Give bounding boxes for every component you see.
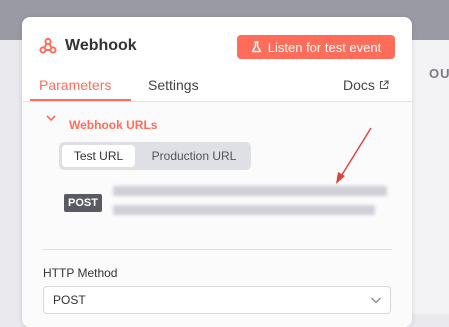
url-blur-line xyxy=(113,205,375,215)
output-pane xyxy=(412,40,449,314)
test-url-tab[interactable]: Test URL xyxy=(62,145,135,167)
url-blur-line xyxy=(113,186,387,196)
http-method-label: HTTP Method xyxy=(43,266,118,280)
node-title: Webhook xyxy=(65,37,137,54)
method-badge: POST xyxy=(64,194,102,212)
docs-link[interactable]: Docs xyxy=(343,77,389,93)
listen-for-test-event-button[interactable]: Listen for test event xyxy=(237,35,395,59)
flask-icon xyxy=(251,41,261,53)
annotation-arrow xyxy=(336,127,372,184)
output-label: OU xyxy=(429,66,449,81)
external-link-icon xyxy=(379,80,389,90)
http-method-select[interactable]: POST xyxy=(43,286,391,314)
chevron-down-icon[interactable] xyxy=(45,112,57,124)
node-details-panel: Webhook Listen for test event Parameters… xyxy=(22,17,412,327)
docs-label: Docs xyxy=(343,77,375,93)
http-method-value: POST xyxy=(53,293,86,307)
section-divider xyxy=(42,249,392,250)
active-tab-indicator xyxy=(30,99,131,101)
panel-tabs: Parameters Settings Docs xyxy=(22,75,412,102)
chevron-down-icon xyxy=(371,297,381,304)
webhook-url-redacted[interactable] xyxy=(113,184,393,222)
tab-parameters[interactable]: Parameters xyxy=(39,77,111,93)
url-type-switch: Test URL Production URL xyxy=(59,142,251,170)
tab-settings[interactable]: Settings xyxy=(148,77,199,93)
parameters-content: Webhook URLs Test URL Production URL POS… xyxy=(22,102,412,327)
listen-button-label: Listen for test event xyxy=(267,39,382,55)
webhook-icon xyxy=(39,37,57,54)
webhook-urls-section-title[interactable]: Webhook URLs xyxy=(69,118,157,132)
panel-header: Webhook Listen for test event xyxy=(22,17,412,75)
production-url-tab[interactable]: Production URL xyxy=(139,145,249,167)
